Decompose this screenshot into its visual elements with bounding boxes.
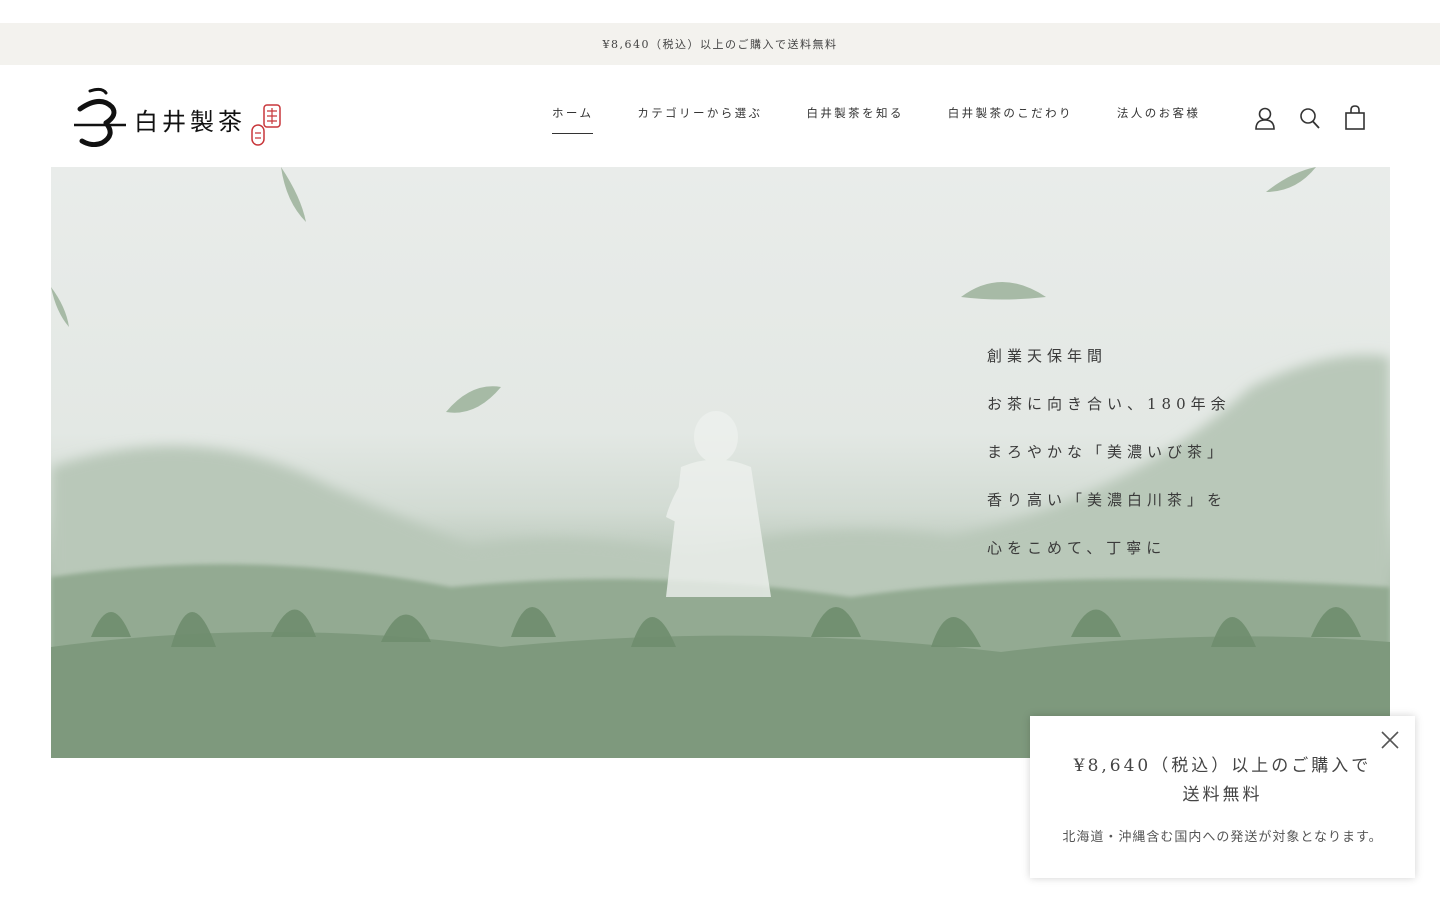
popup-close-button[interactable] xyxy=(1380,730,1400,750)
site-header: 白井製茶 ホーム カテゴリーから選ぶ 白井製茶を知る 白井製茶のこだわり 法人の… xyxy=(0,65,1440,167)
brand-name: 白井製茶 xyxy=(134,107,246,136)
cart-button[interactable] xyxy=(1342,105,1368,131)
hero-line-4: 香り高い「美濃白川茶」を xyxy=(987,491,1228,509)
nav-item-commitment[interactable]: 白井製茶のこだわり xyxy=(948,105,1073,134)
announcement-bar: ¥8,640（税込）以上のご購入で送料無料 xyxy=(0,23,1440,65)
popup-title-line1: ¥8,640（税込）以上のご購入で xyxy=(1073,756,1372,776)
account-button[interactable] xyxy=(1252,105,1278,131)
nav-item-home[interactable]: ホーム xyxy=(552,105,594,134)
search-button[interactable] xyxy=(1297,105,1323,131)
brand-logo[interactable]: 白井製茶 xyxy=(72,83,282,149)
free-shipping-popup: ¥8,640（税込）以上のご購入で 送料無料 北海道・沖縄含む国内への発送が対象… xyxy=(1030,716,1415,878)
popup-title-line2: 送料無料 xyxy=(1182,785,1263,805)
hero-line-1: 創業天保年間 xyxy=(987,347,1108,365)
nav-item-business[interactable]: 法人のお客様 xyxy=(1117,105,1200,134)
nav-item-categories[interactable]: カテゴリーから選ぶ xyxy=(637,105,762,134)
hero-line-2: お茶に向き合い、180年余 xyxy=(987,395,1231,413)
hero-line-3: まろやかな「美濃いび茶」 xyxy=(987,443,1228,461)
popup-title: ¥8,640（税込）以上のご購入で 送料無料 xyxy=(1030,752,1415,810)
close-icon xyxy=(1381,731,1399,749)
search-icon xyxy=(1300,108,1320,129)
header-icons xyxy=(1252,105,1387,131)
shopping-bag-icon xyxy=(1345,105,1365,130)
main-nav: ホーム カテゴリーから選ぶ 白井製茶を知る 白井製茶のこだわり 法人のお客様 xyxy=(552,105,1244,134)
announcement-text: ¥8,640（税込）以上のご購入で送料無料 xyxy=(602,38,838,51)
nav-item-about[interactable]: 白井製茶を知る xyxy=(806,105,903,134)
hero-copy: 創業天保年間 お茶に向き合い、180年余 まろやかな「美濃いび茶」 香り高い「美… xyxy=(987,345,1231,585)
popup-note: 北海道・沖縄含む国内への発送が対象となります。 xyxy=(1062,830,1383,845)
hero-banner: 創業天保年間 お茶に向き合い、180年余 まろやかな「美濃いび茶」 香り高い「美… xyxy=(51,167,1390,758)
tea-leaf-logo-icon xyxy=(74,87,126,147)
hero-line-5: 心をこめて、丁寧に xyxy=(987,539,1167,557)
user-icon xyxy=(1255,107,1275,130)
red-seal-stamp-icon xyxy=(251,104,281,146)
